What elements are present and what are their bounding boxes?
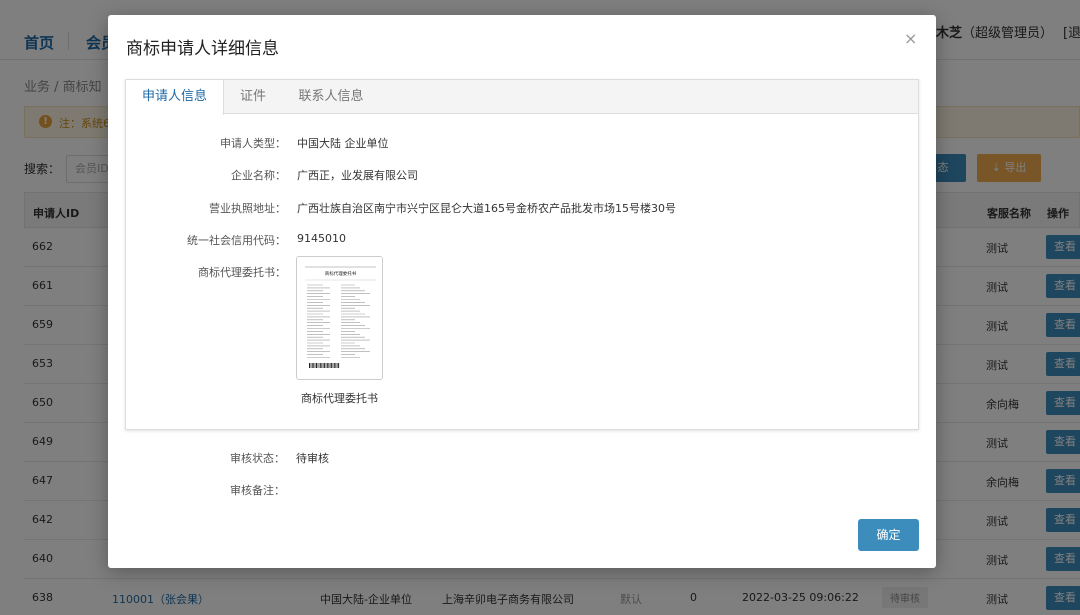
license-address-value: 广西壮族自治区南宁市兴宁区昆仑大道165号金桥农产品批发市场15号楼30号: [297, 202, 676, 215]
modal-title: 商标申请人详细信息: [126, 39, 279, 59]
credit-code-label: 统一社会信用代码：: [187, 234, 286, 247]
document-preview-title: 商标代理委托书: [325, 270, 357, 277]
document-preview-icon: 商标代理委托书: [297, 257, 382, 379]
confirm-button[interactable]: 确定: [858, 519, 919, 551]
applicant-detail-modal: 商标申请人详细信息 × 申请人信息 证件 联系人信息 申请人类型： 中国大陆 企…: [108, 15, 936, 568]
credit-code-value: 9145010: [297, 232, 346, 245]
tab-applicant-info[interactable]: 申请人信息: [126, 80, 224, 115]
company-name-value: 广西正，业发展有限公司: [297, 169, 418, 182]
license-address-label: 营业执照地址：: [209, 202, 286, 215]
company-name-label: 企业名称：: [231, 169, 286, 182]
tab-contact-info[interactable]: 联系人信息: [286, 80, 376, 114]
review-status-value: 待审核: [296, 452, 329, 465]
tab-certificates[interactable]: 证件: [224, 80, 282, 114]
review-status-label: 审核状态：: [230, 452, 285, 465]
applicant-type-value: 中国大陆 企业单位: [297, 137, 389, 150]
close-icon[interactable]: ×: [904, 29, 917, 48]
power-of-attorney-thumbnail[interactable]: 商标代理委托书: [296, 256, 383, 380]
tab-panel: 申请人信息 证件 联系人信息 申请人类型： 中国大陆 企业单位 企业名称： 广西…: [125, 79, 919, 430]
applicant-type-label: 申请人类型：: [220, 137, 286, 150]
tab-bar: 申请人信息 证件 联系人信息: [126, 80, 918, 115]
power-of-attorney-caption: 商标代理委托书: [301, 392, 378, 405]
power-of-attorney-label: 商标代理委托书：: [198, 266, 286, 279]
review-note-label: 审核备注：: [230, 484, 285, 497]
